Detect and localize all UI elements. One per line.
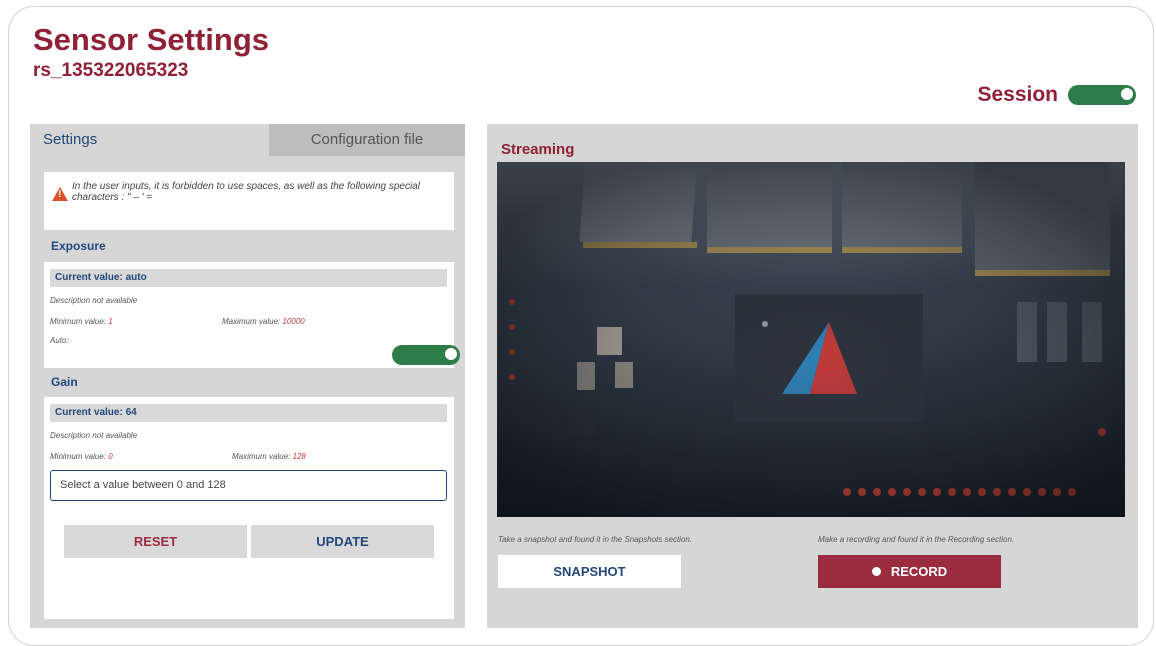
exposure-card: Current value: auto Description not avai… bbox=[44, 262, 460, 368]
gain-card: Current value: 64 Description not availa… bbox=[44, 397, 454, 619]
exposure-auto-label: Auto: bbox=[50, 336, 69, 345]
gain-max: Maximum value: 128 bbox=[232, 452, 306, 461]
settings-panel: Settings Configuration file ! In the use… bbox=[30, 124, 465, 628]
tab-bar: Settings Configuration file bbox=[30, 124, 465, 156]
exposure-title: Exposure bbox=[51, 239, 106, 253]
record-hint: Make a recording and found it in the Rec… bbox=[818, 535, 1015, 544]
toggle-knob bbox=[1120, 87, 1134, 101]
streaming-panel: Streaming Take a snapshot and found it i… bbox=[487, 124, 1138, 628]
gain-current-value: Current value: 64 bbox=[50, 404, 447, 422]
update-button[interactable]: UPDATE bbox=[251, 525, 434, 558]
gain-min: Minimum value: 0 bbox=[50, 452, 113, 461]
gain-title: Gain bbox=[51, 375, 78, 389]
exposure-max: Maximum value: 10000 bbox=[222, 317, 305, 326]
streaming-video bbox=[497, 162, 1125, 517]
toggle-knob bbox=[444, 347, 458, 361]
tab-settings[interactable]: Settings bbox=[30, 124, 269, 156]
gain-description: Description not available bbox=[50, 431, 138, 440]
device-id: rs_135322065323 bbox=[33, 60, 189, 81]
exposure-auto-toggle[interactable] bbox=[392, 345, 460, 365]
exposure-description: Description not available bbox=[50, 296, 138, 305]
session-toggle[interactable] bbox=[1068, 85, 1136, 105]
warning-text: In the user inputs, it is forbidden to u… bbox=[72, 181, 420, 203]
snapshot-hint: Take a snapshot and found it in the Snap… bbox=[498, 535, 693, 544]
record-dot-icon bbox=[871, 567, 881, 576]
record-button[interactable]: RECORD bbox=[818, 555, 1001, 588]
gain-input[interactable]: Select a value between 0 and 128 bbox=[50, 470, 447, 501]
warning-icon: ! bbox=[52, 187, 68, 201]
snapshot-button[interactable]: SNAPSHOT bbox=[498, 555, 681, 588]
session-label: Session bbox=[977, 83, 1058, 106]
exposure-current-value: Current value: auto bbox=[50, 269, 447, 287]
record-label: RECORD bbox=[890, 564, 948, 579]
streaming-title: Streaming bbox=[501, 141, 575, 158]
exposure-min: Minimum value: 1 bbox=[50, 317, 113, 326]
reset-button[interactable]: RESET bbox=[64, 525, 247, 558]
warning-box: ! In the user inputs, it is forbidden to… bbox=[44, 172, 454, 230]
tab-configuration-file[interactable]: Configuration file bbox=[269, 124, 465, 156]
page-title: Sensor Settings bbox=[33, 22, 269, 57]
session-control: Session bbox=[977, 83, 1136, 107]
